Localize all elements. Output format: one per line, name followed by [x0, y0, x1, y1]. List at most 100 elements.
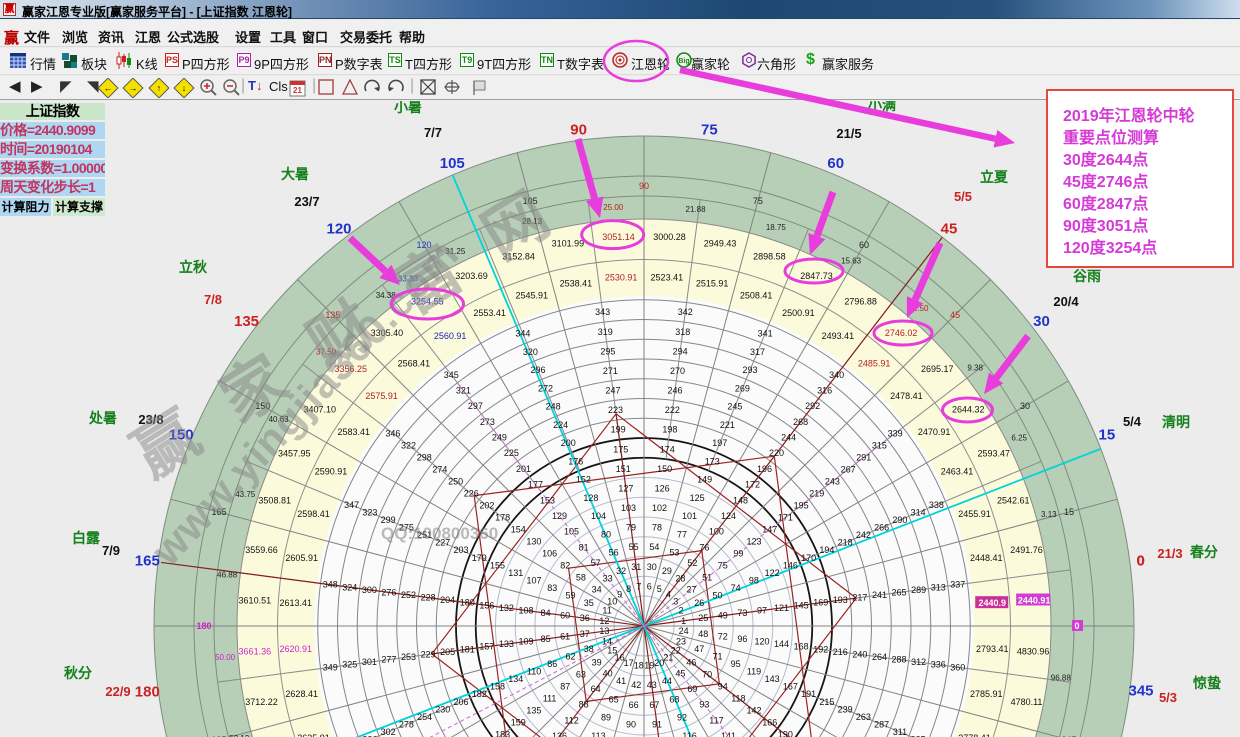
svg-text:2560.91: 2560.91	[434, 331, 467, 341]
svg-text:2463.41: 2463.41	[941, 467, 974, 477]
svg-text:25.00: 25.00	[603, 203, 624, 212]
svg-text:94: 94	[718, 681, 728, 691]
svg-text:19: 19	[644, 661, 654, 671]
svg-text:346: 346	[385, 428, 400, 438]
svg-text:2568.41: 2568.41	[398, 359, 431, 369]
svg-text:131: 131	[508, 568, 523, 578]
svg-text:323: 323	[362, 507, 377, 517]
svg-text:30: 30	[1033, 313, 1050, 330]
svg-text:268: 268	[793, 417, 808, 427]
svg-text:99: 99	[733, 549, 743, 559]
svg-text:254: 254	[417, 712, 432, 722]
svg-text:39: 39	[592, 657, 602, 667]
svg-text:340: 340	[829, 370, 844, 380]
svg-text:2778.41: 2778.41	[958, 733, 991, 737]
svg-text:33: 33	[603, 574, 613, 584]
svg-text:180: 180	[135, 683, 160, 700]
svg-text:80: 80	[601, 529, 611, 539]
svg-text:92: 92	[677, 713, 687, 723]
svg-text:7: 7	[636, 581, 641, 591]
svg-text:2491.76: 2491.76	[1010, 545, 1043, 555]
svg-text:104: 104	[591, 511, 606, 521]
svg-text:141: 141	[721, 731, 736, 737]
svg-text:158: 158	[490, 682, 505, 692]
svg-text:2470.91: 2470.91	[918, 427, 951, 437]
svg-text:65: 65	[609, 694, 619, 704]
svg-text:242: 242	[856, 530, 871, 540]
svg-text:311: 311	[893, 727, 907, 737]
svg-text:143: 143	[765, 674, 780, 684]
svg-text:159: 159	[511, 717, 526, 727]
svg-text:2583.41: 2583.41	[338, 427, 371, 437]
svg-text:220: 220	[769, 448, 784, 458]
svg-text:204: 204	[440, 595, 455, 605]
svg-text:142: 142	[747, 705, 762, 715]
svg-text:2949.43: 2949.43	[704, 238, 737, 248]
svg-text:172: 172	[745, 480, 760, 490]
svg-text:119: 119	[747, 667, 761, 677]
svg-text:337: 337	[950, 580, 965, 590]
svg-text:148: 148	[733, 495, 748, 505]
svg-text:229: 229	[421, 649, 436, 659]
svg-text:2538.41: 2538.41	[560, 279, 593, 289]
svg-text:96: 96	[737, 634, 747, 644]
svg-text:62: 62	[566, 651, 576, 661]
svg-text:2508.41: 2508.41	[740, 291, 773, 301]
svg-text:312: 312	[911, 657, 926, 667]
svg-text:322: 322	[401, 440, 416, 450]
svg-text:277: 277	[381, 655, 396, 665]
svg-text:30: 30	[647, 562, 657, 572]
svg-text:342: 342	[678, 307, 693, 317]
svg-text:85: 85	[541, 634, 551, 644]
svg-text:278: 278	[399, 719, 414, 729]
svg-text:146: 146	[783, 560, 798, 570]
svg-text:21.88: 21.88	[686, 205, 707, 214]
svg-text:38: 38	[584, 644, 594, 654]
svg-text:2: 2	[678, 606, 683, 616]
svg-text:194: 194	[819, 545, 834, 555]
svg-text:174: 174	[660, 444, 675, 454]
svg-text:135: 135	[526, 705, 541, 715]
svg-text:222: 222	[665, 405, 680, 415]
svg-text:7/8: 7/8	[204, 292, 222, 307]
svg-text:69: 69	[687, 684, 697, 694]
svg-text:60: 60	[859, 240, 869, 250]
svg-text:QQ:100800360: QQ:100800360	[381, 524, 498, 543]
svg-text:136: 136	[552, 731, 567, 737]
svg-text:2785.91: 2785.91	[970, 689, 1003, 699]
svg-text:171: 171	[778, 512, 793, 522]
svg-text:17: 17	[624, 658, 634, 668]
svg-text:320: 320	[523, 347, 538, 357]
svg-text:317: 317	[750, 347, 765, 357]
svg-text:41: 41	[616, 676, 626, 686]
svg-text:147: 147	[762, 525, 777, 535]
svg-text:343: 343	[595, 307, 610, 317]
svg-text:180: 180	[460, 598, 475, 608]
svg-text:11: 11	[602, 606, 611, 616]
svg-text:5/3: 5/3	[1159, 690, 1177, 705]
svg-text:191: 191	[801, 689, 816, 699]
svg-text:287: 287	[874, 719, 889, 729]
svg-text:2746.02: 2746.02	[885, 328, 918, 338]
svg-text:349: 349	[323, 662, 338, 672]
svg-text:315: 315	[872, 440, 887, 450]
svg-text:179: 179	[472, 553, 487, 563]
svg-text:→: →	[129, 83, 138, 93]
svg-text:37: 37	[580, 629, 590, 639]
svg-text:348: 348	[323, 580, 338, 590]
svg-text:83: 83	[547, 583, 557, 593]
svg-text:4830.96: 4830.96	[1017, 647, 1050, 657]
svg-text:76: 76	[699, 542, 709, 552]
svg-text:58: 58	[576, 573, 586, 583]
svg-text:7/9: 7/9	[102, 543, 120, 558]
svg-text:白露: 白露	[72, 530, 101, 546]
svg-text:150: 150	[657, 464, 672, 474]
svg-text:79: 79	[626, 523, 636, 533]
svg-text:239: 239	[838, 704, 853, 714]
svg-text:297: 297	[468, 401, 483, 411]
svg-text:201: 201	[516, 464, 531, 474]
svg-text:96.88: 96.88	[1051, 674, 1072, 683]
svg-text:180: 180	[196, 621, 211, 631]
svg-text:109: 109	[519, 637, 534, 647]
svg-text:248: 248	[546, 402, 561, 412]
